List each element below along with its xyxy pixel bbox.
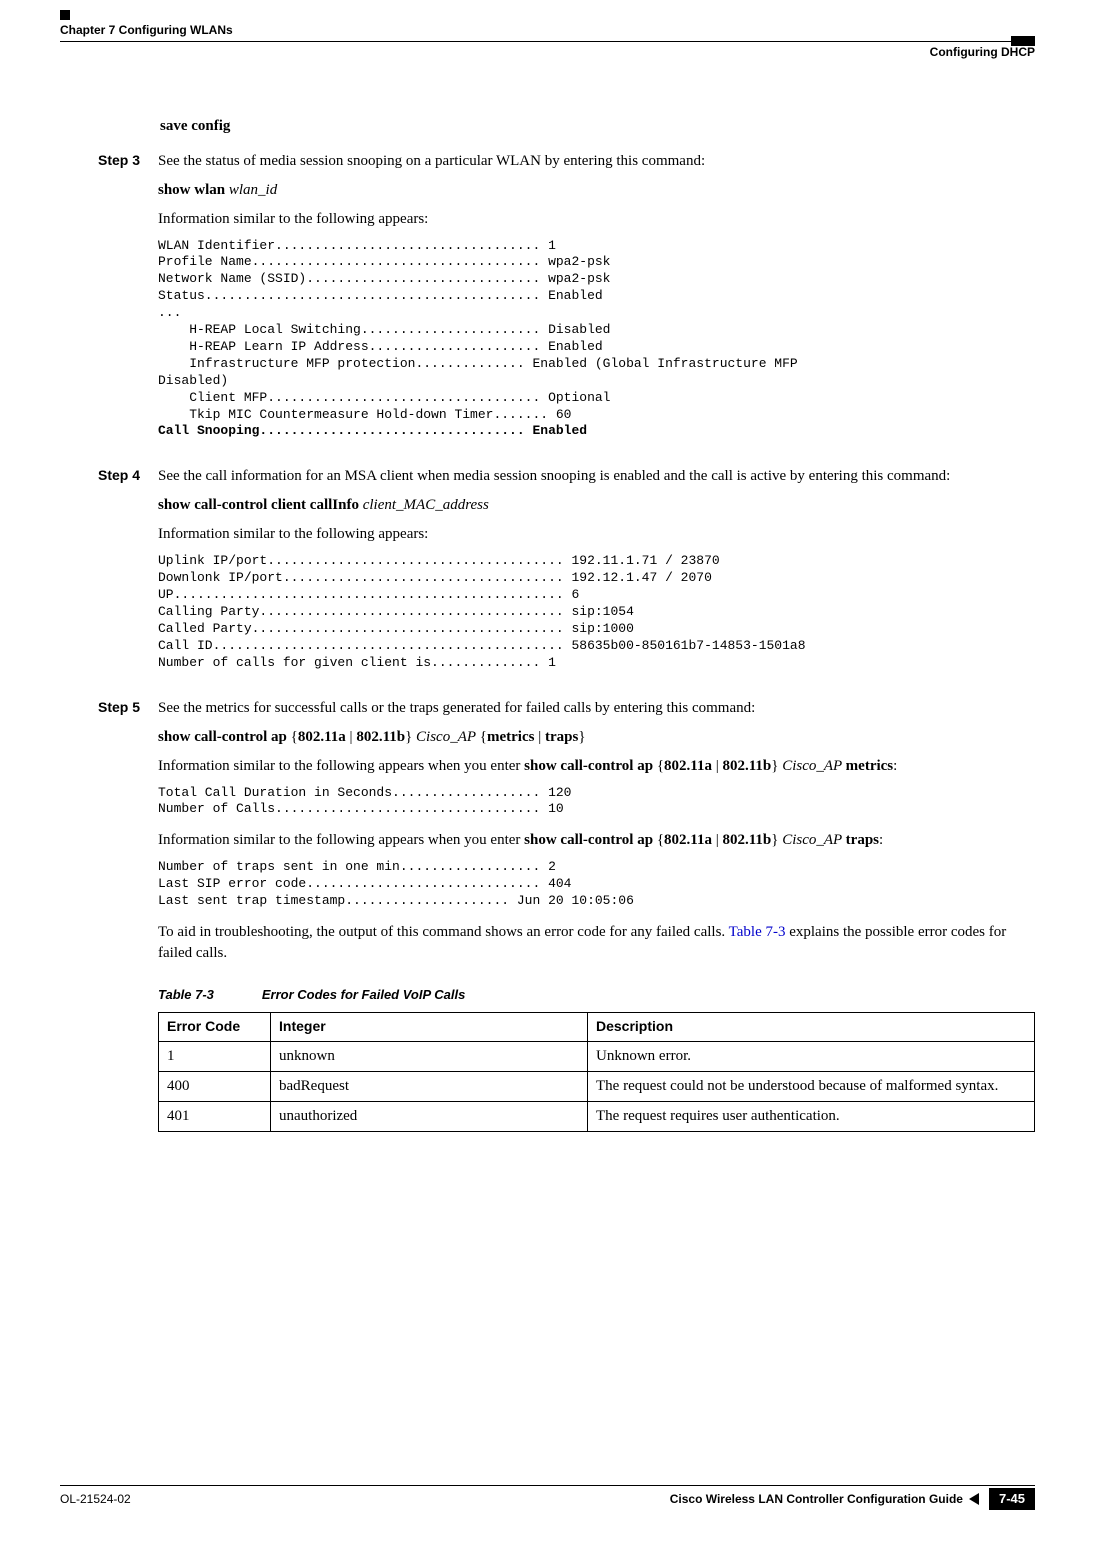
header-sub: Configuring DHCP [60,44,1035,61]
header-left: Chapter 7 Configuring WLANs [60,22,233,39]
step4-label: Step 4 [98,466,158,486]
table-7-3-link[interactable]: Table 7-3 [729,924,786,940]
step5-cmd1: show call-control ap {802.11a | 802.11b}… [158,727,1035,748]
step3-desc: See the status of media session snooping… [158,151,1035,172]
table-row: 401 unauthorized The request requires us… [159,1101,1035,1131]
table-row: 400 badRequest The request could not be … [159,1071,1035,1101]
page-footer: OL-21524-02 Cisco Wireless LAN Controlle… [60,1485,1035,1510]
main-content: save config Step 3 See the status of med… [160,116,1035,1132]
step5-label: Step 5 [98,698,158,718]
step4-output: Uplink IP/port..........................… [158,553,1035,671]
table-caption: Table 7-3Error Codes for Failed VoIP Cal… [158,986,1035,1004]
footer-doc-id: OL-21524-02 [60,1491,131,1508]
step5-output-traps: Number of traps sent in one min.........… [158,859,1035,910]
header-bar [1011,36,1035,46]
step4-cmd-italic: client_MAC_address [359,497,489,513]
step3-output: WLAN Identifier.........................… [158,238,1035,441]
corner-square [60,10,70,20]
step3-cmd-bold: show wlan [158,182,225,198]
save-config-cmd: save config [160,118,230,134]
step3-cmd-italic: wlan_id [225,182,277,198]
page-number: 7-45 [989,1488,1035,1510]
step3-label: Step 3 [98,151,158,171]
footer-arrow-icon [969,1493,979,1505]
footer-title: Cisco Wireless LAN Controller Configurat… [670,1491,963,1508]
step4-info: Information similar to the following app… [158,524,1035,545]
table-row: 1 unknown Unknown error. [159,1041,1035,1071]
step5-info-metrics: Information similar to the following app… [158,756,1035,777]
step4-cmd-bold: show call-control client callInfo [158,497,359,513]
step5-info-traps: Information similar to the following app… [158,830,1035,851]
error-codes-table: Error Code Integer Description 1 unknown… [158,1012,1035,1132]
th-error-code: Error Code [159,1013,271,1042]
page-header: Chapter 7 Configuring WLANs [60,22,1035,42]
th-description: Description [588,1013,1035,1042]
step3-info: Information similar to the following app… [158,209,1035,230]
step5-desc: See the metrics for successful calls or … [158,698,1035,719]
step4-desc: See the call information for an MSA clie… [158,466,1035,487]
step5-output-metrics: Total Call Duration in Seconds..........… [158,785,1035,819]
step5-trouble: To aid in troubleshooting, the output of… [158,922,1035,964]
th-integer: Integer [271,1013,588,1042]
